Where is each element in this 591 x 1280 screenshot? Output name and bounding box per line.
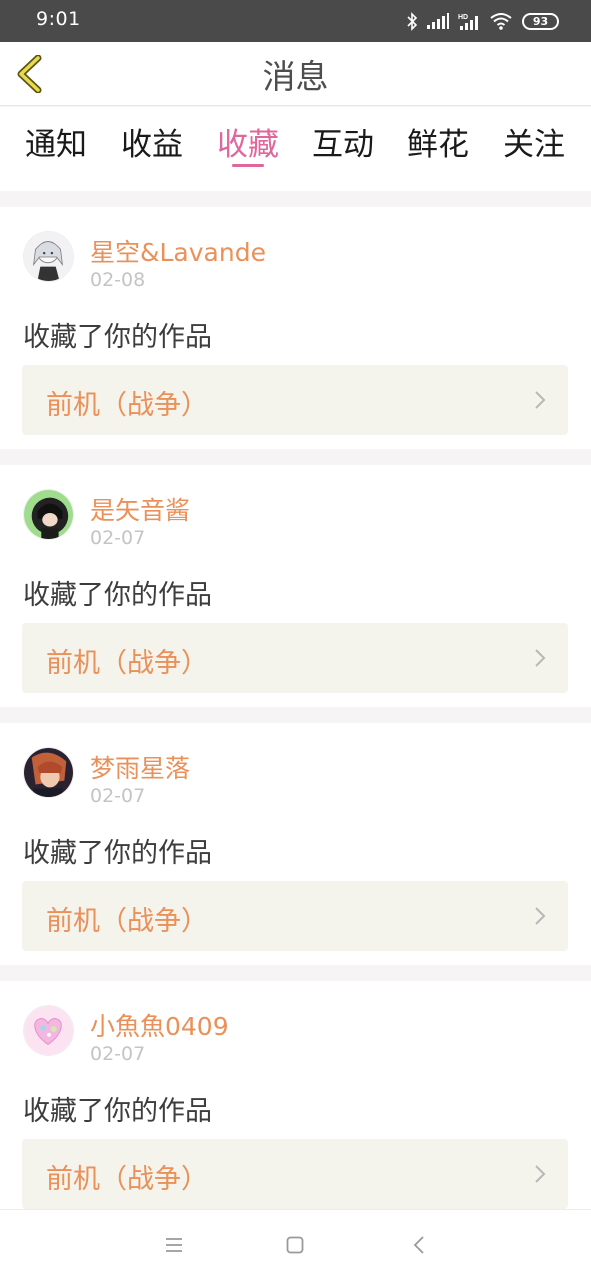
status-bar: 9:01 HD 93 (0, 0, 591, 42)
tab-bar: 通知 收益 收藏 互动 鲜花 关注 (0, 107, 591, 191)
notification-card: 梦雨星落 02-07 收藏了你的作品 前机（战争） (0, 723, 591, 965)
work-title: 前机（战争） (46, 390, 208, 421)
work-link[interactable]: 前机（战争） (22, 1139, 568, 1209)
status-time: 9:01 (36, 8, 81, 30)
header: 消息 (0, 42, 591, 106)
action-text: 收藏了你的作品 (23, 322, 212, 353)
notification-card: 星空&Lavande 02-08 收藏了你的作品 前机（战争） (0, 207, 591, 449)
notification-date: 02-07 (90, 527, 146, 549)
bluetooth-icon (407, 11, 418, 31)
notification-card: 小魚魚0409 02-07 收藏了你的作品 前机（战争） (0, 981, 591, 1223)
work-link[interactable]: 前机（战争） (22, 881, 568, 951)
system-nav-bar (0, 1209, 591, 1280)
chevron-right-icon (535, 907, 546, 925)
notification-card: 是矢音酱 02-07 收藏了你的作品 前机（战争） (0, 465, 591, 707)
hd-signal-icon: HD (458, 14, 478, 30)
tab-favorites[interactable]: 收藏 (208, 119, 288, 164)
user-name[interactable]: 星空&Lavande (90, 233, 266, 269)
notification-date: 02-07 (90, 785, 146, 807)
tab-follows[interactable]: 关注 (494, 119, 574, 164)
chevron-right-icon (535, 1165, 546, 1183)
user-name[interactable]: 小魚魚0409 (90, 1007, 229, 1043)
action-text: 收藏了你的作品 (23, 580, 212, 611)
work-link[interactable]: 前机（战争） (22, 365, 568, 435)
tab-interactions[interactable]: 互动 (303, 119, 383, 164)
menu-icon[interactable] (164, 1235, 184, 1255)
avatar[interactable] (23, 1005, 74, 1056)
notification-date: 02-08 (90, 269, 146, 291)
tab-notifications[interactable]: 通知 (16, 119, 96, 164)
tab-flowers[interactable]: 鲜花 (398, 119, 478, 164)
avatar[interactable] (23, 489, 74, 540)
action-text: 收藏了你的作品 (23, 1096, 212, 1127)
page-title: 消息 (262, 57, 329, 96)
work-title: 前机（战争） (46, 906, 208, 937)
wifi-icon (490, 13, 512, 30)
svg-text:HD: HD (458, 14, 468, 21)
action-text: 收藏了你的作品 (23, 838, 212, 869)
avatar[interactable] (23, 747, 74, 798)
back-triangle-icon[interactable] (410, 1235, 430, 1255)
status-icons: HD 93 (406, 11, 559, 31)
user-name[interactable]: 是矢音酱 (90, 491, 190, 527)
chevron-right-icon (535, 649, 546, 667)
notification-list: 星空&Lavande 02-08 收藏了你的作品 前机（战争） 是矢音酱 02-… (0, 207, 591, 1239)
work-title: 前机（战争） (46, 648, 208, 679)
work-title: 前机（战争） (46, 1164, 208, 1195)
chevron-right-icon (535, 391, 546, 409)
notification-date: 02-07 (90, 1043, 146, 1065)
active-tab-indicator (232, 164, 264, 167)
work-link[interactable]: 前机（战争） (22, 623, 568, 693)
tab-earnings[interactable]: 收益 (112, 119, 192, 164)
avatar[interactable] (23, 231, 74, 282)
home-square-icon[interactable] (285, 1235, 305, 1255)
battery-icon: 93 (522, 12, 559, 30)
user-name[interactable]: 梦雨星落 (90, 749, 190, 785)
signal-icon (427, 13, 449, 29)
